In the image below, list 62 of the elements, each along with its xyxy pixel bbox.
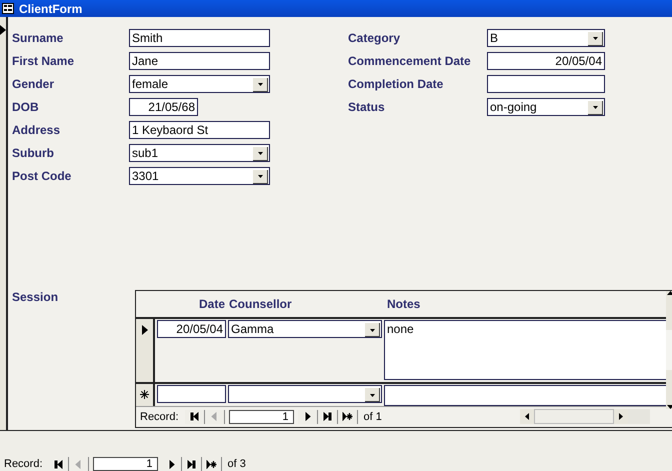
current-record-icon	[0, 25, 6, 35]
form-icon	[2, 3, 14, 14]
horizontal-scrollbar[interactable]	[520, 409, 650, 424]
field-label: DOB	[12, 100, 40, 114]
window-title: ClientForm	[19, 2, 82, 16]
record-number-field[interactable]: 1	[92, 457, 158, 471]
column-header: Notes	[387, 297, 420, 311]
current-record-icon	[142, 325, 148, 335]
dropdown-field[interactable]: sub1	[129, 144, 270, 162]
dropdown-field[interactable]: B	[487, 28, 605, 46]
field-label: Status	[348, 100, 386, 114]
field-label: Gender	[12, 76, 56, 90]
date-field[interactable]	[157, 385, 226, 403]
dropdown-field[interactable]	[228, 385, 382, 403]
first-record-button[interactable]	[184, 410, 205, 424]
new-record-button[interactable]	[338, 410, 358, 424]
field-label: Address	[12, 122, 62, 136]
text-field[interactable]: 1 Keybaord St	[129, 120, 270, 138]
field-label: Suburb	[12, 146, 55, 160]
record-label: Record:	[140, 410, 179, 422]
arrow-star-icon	[342, 412, 353, 421]
dropdown-field[interactable]: on-going	[487, 98, 605, 116]
field-label: Post Code	[12, 168, 72, 182]
date-field[interactable]: 21/05/68	[129, 98, 198, 116]
field-label: First Name	[12, 54, 76, 68]
row-selector[interactable]	[136, 319, 155, 382]
record-number-field[interactable]: 1	[228, 410, 294, 424]
date-field[interactable]: 20/05/04	[157, 320, 226, 338]
arrow-bar-icon	[52, 460, 64, 468]
dropdown-field[interactable]: Gamma	[228, 320, 382, 338]
record-label: Record:	[4, 458, 43, 470]
next-record-button[interactable]	[298, 410, 318, 424]
field-label: Completion Date	[348, 76, 444, 90]
scroll-left-icon[interactable]	[525, 413, 529, 420]
asterisk-icon	[140, 390, 149, 399]
record-selector[interactable]	[0, 17, 8, 430]
text-field[interactable]: Jane	[129, 52, 270, 70]
field-label: Commencement Date	[348, 54, 472, 68]
arrow-bar-icon	[188, 412, 200, 421]
arrow-star-icon	[206, 460, 217, 468]
arrow-bar-icon	[322, 412, 333, 421]
arrow-bar-icon	[186, 460, 197, 468]
scroll-right-icon[interactable]	[619, 413, 623, 420]
scroll-up-icon[interactable]	[666, 291, 672, 295]
date-field[interactable]: 20/05/04	[487, 52, 605, 70]
vertical-scrollbar[interactable]	[666, 291, 672, 409]
scroll-down-icon[interactable]	[666, 405, 672, 409]
text-field[interactable]	[487, 74, 605, 92]
record-count: of 3	[228, 458, 246, 470]
notes-field[interactable]	[384, 385, 669, 406]
row-selector[interactable]	[136, 384, 155, 406]
field-label: Surname	[12, 30, 64, 44]
dropdown-field[interactable]: 3301	[129, 166, 270, 184]
dropdown-field[interactable]: female	[129, 74, 270, 92]
last-record-button[interactable]	[318, 410, 338, 424]
field-label: Category	[348, 30, 402, 44]
text-field[interactable]: Smith	[129, 28, 270, 46]
column-header: Counsellor	[229, 297, 293, 311]
column-header: Date	[198, 297, 225, 311]
subform-label: Session	[12, 290, 60, 306]
record-count: of 1	[364, 410, 382, 422]
notes-field[interactable]: none	[384, 320, 669, 380]
